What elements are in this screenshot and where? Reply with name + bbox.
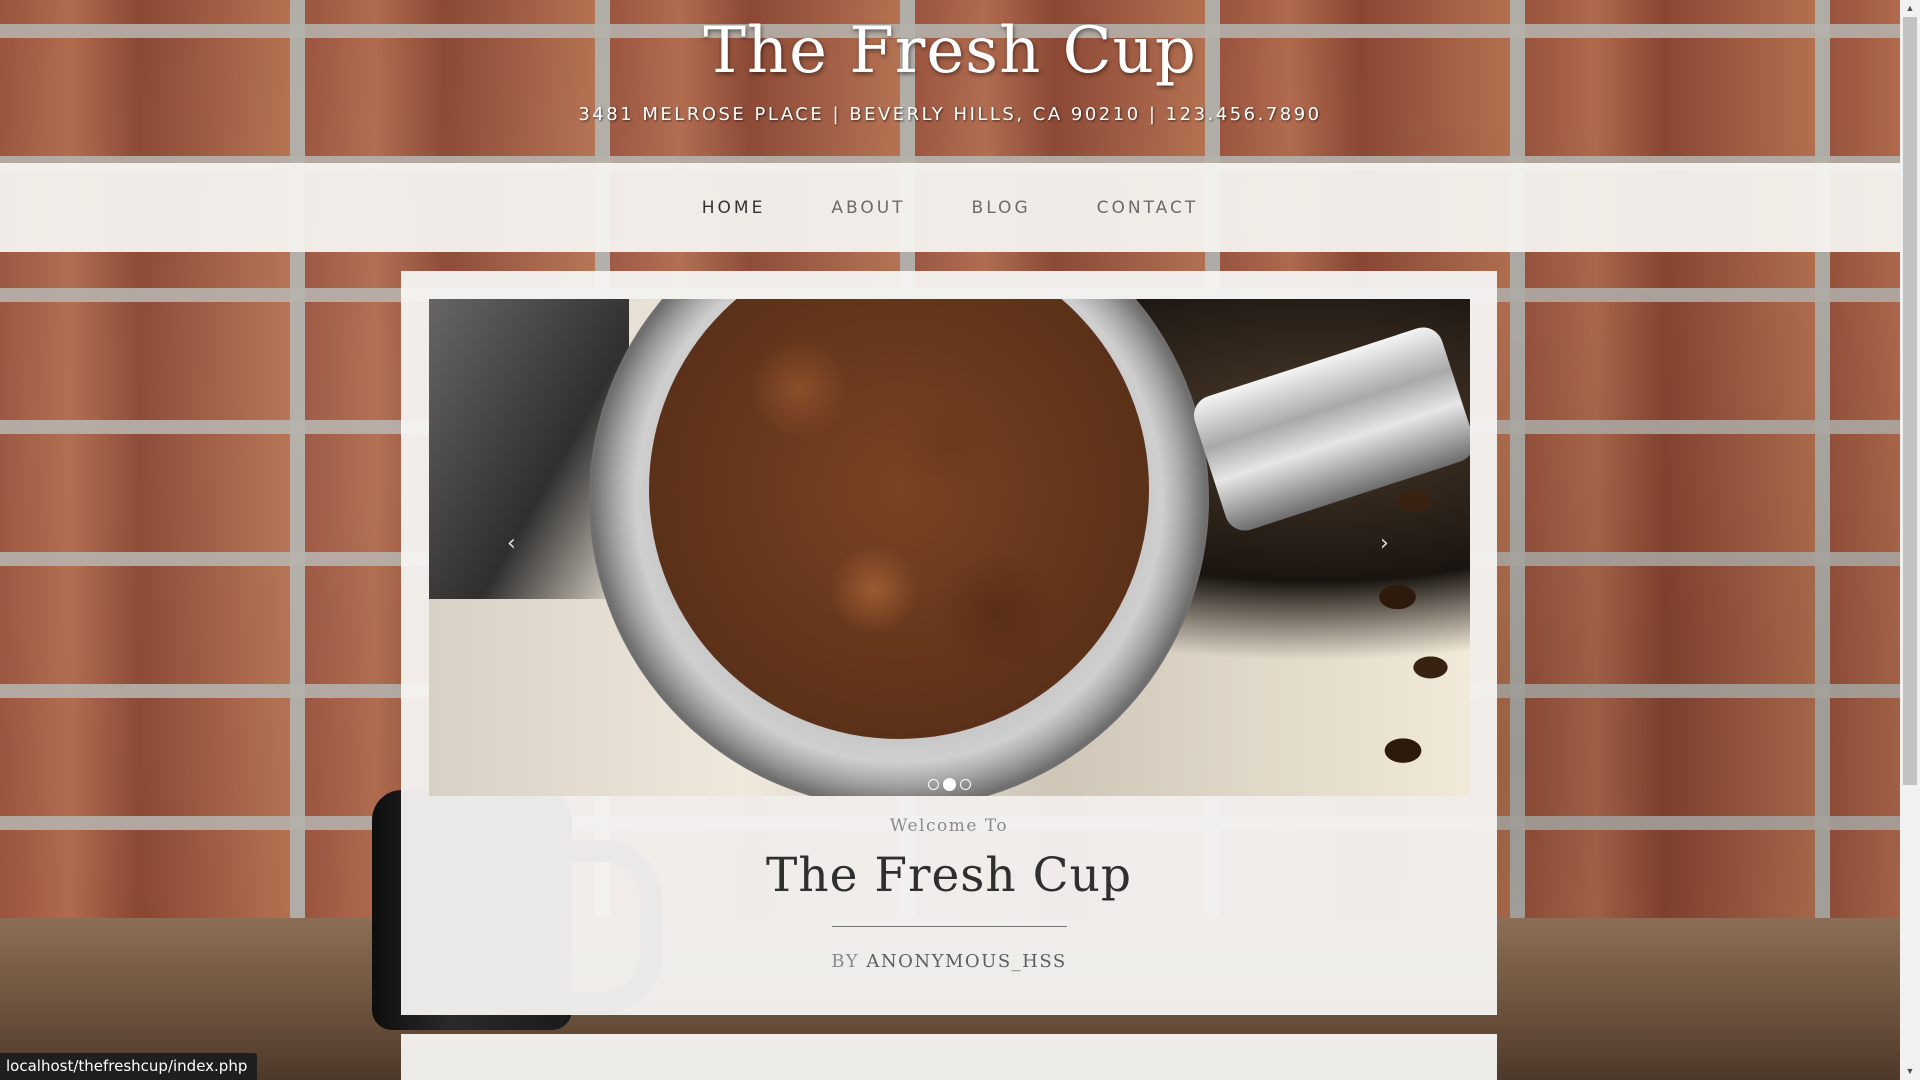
slider-dot-3[interactable] xyxy=(960,779,971,790)
site-address: 3481 MELROSE PLACE | BEVERLY HILLS, CA 9… xyxy=(578,104,1322,125)
nav-item-contact[interactable]: CONTACT xyxy=(1064,198,1232,218)
title-divider xyxy=(832,926,1067,927)
slider-dot-2[interactable] xyxy=(943,778,956,791)
scroll-down-arrow-icon[interactable]: ▼ xyxy=(1900,1063,1920,1080)
site-header: The Fresh Cup 3481 MELROSE PLACE | BEVER… xyxy=(0,0,1900,163)
byline-author[interactable]: ANONYMOUS_HSS xyxy=(866,951,1066,972)
welcome-post-card: ‹ › Welcome To The Fresh Cup BY ANONYMOU… xyxy=(401,271,1497,1015)
nav-item-about[interactable]: ABOUT xyxy=(798,198,938,218)
next-post-card xyxy=(401,1034,1497,1080)
nav-item-home[interactable]: HOME xyxy=(669,198,799,218)
browser-viewport: The Fresh Cup 3481 MELROSE PLACE | BEVER… xyxy=(0,0,1920,1080)
chevron-right-icon[interactable]: › xyxy=(1380,531,1389,556)
slide-image-coffee-beans xyxy=(1359,469,1469,789)
scroll-up-arrow-icon[interactable]: ▲ xyxy=(1900,0,1920,17)
chevron-left-icon[interactable]: ‹ xyxy=(507,531,516,556)
post-title[interactable]: The Fresh Cup xyxy=(401,848,1497,903)
welcome-label: Welcome To xyxy=(889,816,1009,836)
slider-pagination xyxy=(429,778,1470,791)
byline-prefix: BY xyxy=(831,951,860,972)
main-navigation: HOME ABOUT BLOG CONTACT xyxy=(0,163,1900,252)
hero-image-slider[interactable]: ‹ › xyxy=(429,299,1470,796)
scrollbar-thumb[interactable] xyxy=(1903,17,1917,785)
vertical-scrollbar[interactable]: ▲ ▼ xyxy=(1900,0,1920,1080)
nav-item-blog[interactable]: BLOG xyxy=(939,198,1064,218)
post-byline: BY ANONYMOUS_HSS xyxy=(401,951,1497,972)
browser-status-bar: localhost/thefreshcup/index.php xyxy=(0,1053,258,1080)
site-title[interactable]: The Fresh Cup xyxy=(0,14,1900,88)
slider-dot-1[interactable] xyxy=(928,779,939,790)
